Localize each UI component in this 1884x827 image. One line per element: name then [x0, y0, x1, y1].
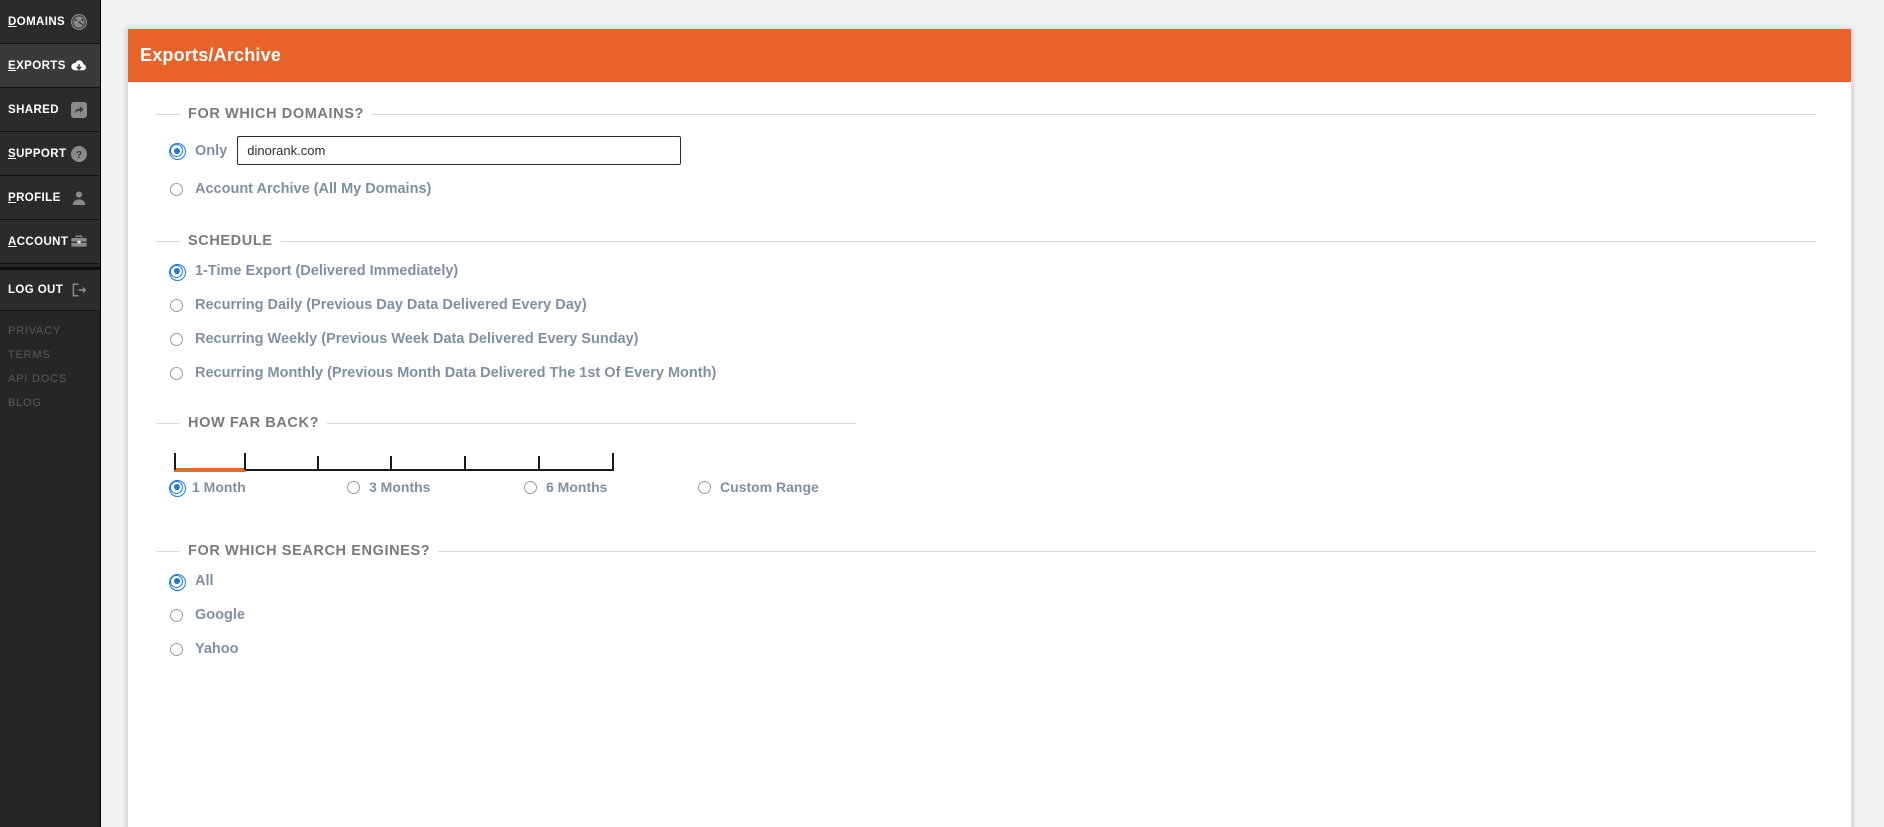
sidebar-item-profile[interactable]: PROFILE: [0, 176, 100, 220]
share-arrow-icon: [70, 101, 88, 119]
panel-header: Exports/Archive: [128, 29, 1851, 82]
footer-link-blog[interactable]: BLOG: [0, 397, 100, 421]
howfarback-section: HOW FAR BACK? 1 Month 3 Months 6 Months …: [156, 415, 856, 525]
radio-account-archive-label: Account Archive (All My Domains): [195, 181, 432, 197]
user-icon: [70, 189, 88, 207]
schedule-section: SCHEDULE 1-Time Export (Delivered Immedi…: [156, 233, 1816, 395]
footer-link-terms[interactable]: TERMS: [0, 349, 100, 373]
slider-fill: [174, 468, 246, 472]
radio-howfarback-custom-range[interactable]: [698, 480, 711, 494]
radio-domain-only[interactable]: [169, 143, 186, 160]
engine-option-google[interactable]: Google: [170, 607, 1816, 623]
page-root: DOMAINS EXPORTS SHARED SUPPORT ? PROFILE…: [0, 0, 1884, 827]
radio-howfarback-6-months[interactable]: [524, 480, 537, 494]
howfarback-option-3-months[interactable]: 3 Months: [347, 479, 430, 495]
radio-howfarback-6-months-label: 6 Months: [546, 479, 608, 495]
slider-tick-0: [174, 453, 176, 470]
radio-howfarback-1-month[interactable]: [169, 479, 186, 497]
sidebar: DOMAINS EXPORTS SHARED SUPPORT ? PROFILE…: [0, 0, 101, 827]
slider-tick-4: [464, 456, 466, 470]
sidebar-item-logout[interactable]: LOG OUT: [0, 267, 100, 311]
radio-schedule-daily-label: Recurring Daily (Previous Day Data Deliv…: [195, 297, 587, 313]
engines-section: FOR WHICH SEARCH ENGINES? All Google Yah…: [156, 543, 1816, 671]
sidebar-item-exports-label: EXPORTS: [8, 59, 66, 72]
engine-option-yahoo[interactable]: Yahoo: [170, 641, 1816, 657]
radio-schedule-daily[interactable]: [170, 298, 183, 312]
engine-option-all[interactable]: All: [169, 573, 1816, 591]
sidebar-item-account-label: ACCOUNT: [8, 235, 69, 248]
logout-arrow-icon: [70, 281, 88, 299]
radio-schedule-weekly-label: Recurring Weekly (Previous Week Data Del…: [195, 331, 639, 347]
domains-section: FOR WHICH DOMAINS? Only Account Archive …: [156, 106, 1816, 211]
howfarback-option-6-months[interactable]: 6 Months: [524, 479, 607, 495]
schedule-option-daily[interactable]: Recurring Daily (Previous Day Data Deliv…: [170, 297, 1816, 313]
howfarback-slider[interactable]: 1 Month 3 Months 6 Months Custom Range: [169, 453, 819, 511]
sidebar-item-profile-label: PROFILE: [8, 191, 61, 204]
engines-section-legend: FOR WHICH SEARCH ENGINES?: [188, 543, 431, 559]
radio-howfarback-3-months-label: 3 Months: [369, 479, 431, 495]
radio-engine-all[interactable]: [169, 573, 186, 591]
domain-account-archive-row[interactable]: Account Archive (All My Domains): [170, 181, 1816, 197]
domains-section-legend: FOR WHICH DOMAINS?: [188, 106, 364, 122]
schedule-option-one-time[interactable]: 1-Time Export (Delivered Immediately): [169, 263, 1816, 281]
schedule-option-monthly[interactable]: Recurring Monthly (Previous Month Data D…: [170, 365, 1816, 381]
slider-tick-2: [317, 456, 319, 470]
page-title: Exports/Archive: [140, 45, 282, 65]
radio-engine-yahoo-label: Yahoo: [195, 641, 239, 657]
radio-engine-all-label: All: [195, 573, 214, 589]
schedule-section-legend: SCHEDULE: [188, 233, 273, 249]
radio-schedule-weekly[interactable]: [170, 332, 183, 346]
slider-options: 1 Month 3 Months 6 Months Custom Range: [169, 479, 850, 507]
exports-archive-panel: Exports/Archive FOR WHICH DOMAINS? Only …: [127, 28, 1852, 827]
radio-engine-yahoo[interactable]: [170, 642, 183, 656]
howfarback-section-legend: HOW FAR BACK?: [188, 415, 320, 431]
radio-howfarback-1-month-label: 1 Month: [192, 479, 246, 495]
howfarback-option-1-month[interactable]: 1 Month: [169, 479, 246, 497]
slider-tick-5: [538, 456, 540, 470]
sidebar-item-logout-label: LOG OUT: [8, 284, 64, 296]
svg-text:?: ?: [76, 149, 82, 161]
footer-link-privacy[interactable]: PRIVACY: [0, 325, 100, 349]
sidebar-item-support-label: SUPPORT: [8, 147, 67, 160]
sidebar-footer-links: PRIVACY TERMS API DOCS BLOG: [0, 311, 100, 421]
radio-engine-google[interactable]: [170, 608, 183, 622]
gauge-icon: [70, 13, 88, 31]
sidebar-item-domains[interactable]: DOMAINS: [0, 0, 100, 44]
radio-howfarback-3-months[interactable]: [347, 480, 360, 494]
sidebar-item-support[interactable]: SUPPORT ?: [0, 132, 100, 176]
sidebar-item-account[interactable]: ACCOUNT: [0, 220, 100, 264]
briefcase-icon: [70, 233, 88, 251]
slider-tick-3: [390, 456, 392, 470]
sidebar-item-exports[interactable]: EXPORTS: [0, 44, 100, 88]
radio-domain-only-label: Only: [195, 142, 228, 159]
sidebar-item-shared-label: SHARED: [8, 103, 59, 116]
footer-link-api-docs[interactable]: API DOCS: [0, 373, 100, 397]
radio-howfarback-custom-range-label: Custom Range: [720, 479, 819, 495]
radio-engine-google-label: Google: [195, 607, 245, 623]
sidebar-item-shared[interactable]: SHARED: [0, 88, 100, 132]
domain-only-row[interactable]: Only: [169, 136, 1816, 165]
panel-body: FOR WHICH DOMAINS? Only Account Archive …: [128, 82, 1851, 671]
radio-schedule-one-time-label: 1-Time Export (Delivered Immediately): [195, 263, 459, 279]
schedule-option-weekly[interactable]: Recurring Weekly (Previous Week Data Del…: [170, 331, 1816, 347]
howfarback-option-custom-range[interactable]: Custom Range: [698, 479, 819, 495]
radio-schedule-monthly[interactable]: [170, 366, 183, 380]
question-circle-icon: ?: [70, 145, 88, 163]
slider-tick-1: [244, 453, 246, 470]
sidebar-item-domains-label: DOMAINS: [8, 15, 66, 28]
slider-tick-6: [612, 453, 614, 470]
radio-schedule-one-time[interactable]: [169, 263, 186, 281]
radio-account-archive[interactable]: [170, 182, 183, 196]
radio-schedule-monthly-label: Recurring Monthly (Previous Month Data D…: [195, 365, 717, 381]
cloud-download-icon: [70, 57, 88, 75]
domain-input[interactable]: [237, 136, 682, 165]
